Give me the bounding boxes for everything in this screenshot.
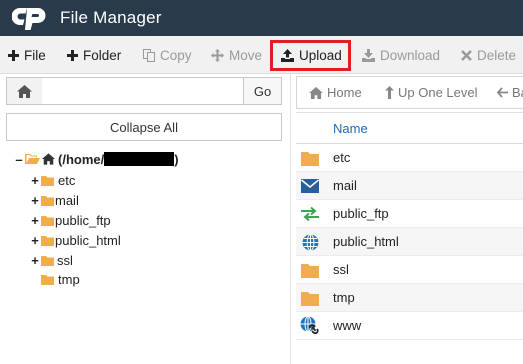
- cpanel-logo-icon: [12, 4, 52, 32]
- file-name: www: [333, 318, 362, 333]
- tree-root-suffix: ): [174, 151, 179, 167]
- delete-x-icon: [461, 49, 472, 61]
- tree-item-tmp[interactable]: tmp: [40, 269, 80, 289]
- collapse-minus-icon[interactable]: –: [14, 152, 24, 167]
- file-name: public_html: [333, 234, 399, 249]
- table-row[interactable]: www: [296, 312, 523, 340]
- folder-icon: [41, 255, 54, 266]
- tree-item-label: ssl: [57, 252, 73, 268]
- envelope-icon: [300, 177, 320, 195]
- path-input[interactable]: [42, 77, 244, 105]
- folder-open-icon: [25, 154, 40, 164]
- move-label: Move: [229, 47, 263, 63]
- go-button[interactable]: Go: [243, 77, 282, 105]
- home-directory-button[interactable]: [6, 77, 43, 105]
- folder-icon: [41, 274, 54, 285]
- tree-item-label: tmp: [58, 271, 80, 287]
- table-row[interactable]: ssl: [296, 256, 523, 284]
- file-name: ssl: [333, 262, 349, 277]
- tree-item-public-html[interactable]: + public_html: [30, 230, 121, 250]
- move-arrows-icon: [211, 48, 224, 62]
- tree-item-label: etc: [58, 172, 76, 188]
- tree-item-ssl[interactable]: + ssl: [30, 250, 73, 270]
- folder-icon: [300, 261, 320, 279]
- table-row[interactable]: public_ftp: [296, 200, 523, 228]
- expand-plus-icon[interactable]: +: [30, 193, 40, 208]
- folder-icon: [41, 195, 54, 206]
- panel-divider: [290, 74, 291, 364]
- table-row[interactable]: etc: [296, 144, 523, 172]
- expand-plus-icon[interactable]: +: [30, 213, 40, 228]
- tree-root[interactable]: – (/home/): [14, 149, 179, 169]
- back-label: Ba: [512, 85, 523, 100]
- upload-highlight-box: [270, 40, 351, 71]
- main-toolbar: File Folder Copy Move Upload Download De…: [0, 36, 523, 74]
- tree-item-label: public_ftp: [55, 212, 111, 228]
- tree-item-label: mail: [55, 192, 79, 208]
- folder-icon: [41, 235, 54, 246]
- home-icon: [17, 84, 32, 98]
- redacted-username: [104, 152, 175, 166]
- tree-item-etc[interactable]: + etc: [30, 170, 75, 190]
- table-row[interactable]: mail: [296, 172, 523, 200]
- home-button[interactable]: Home: [309, 77, 362, 108]
- download-label: Download: [380, 47, 441, 63]
- plus-icon: [8, 49, 19, 61]
- plus-icon: [67, 49, 78, 61]
- download-icon: [362, 48, 375, 62]
- folder-icon: [41, 215, 54, 226]
- home-icon: [309, 86, 323, 99]
- expand-plus-icon[interactable]: +: [30, 233, 40, 248]
- file-name: mail: [333, 178, 357, 193]
- new-folder-button[interactable]: Folder: [67, 40, 121, 70]
- app-header: File Manager: [0, 0, 523, 36]
- arrow-left-icon: [497, 87, 508, 98]
- expand-plus-icon[interactable]: +: [30, 253, 40, 268]
- name-column-header[interactable]: Name: [333, 121, 368, 136]
- new-file-label: File: [24, 47, 46, 63]
- tree-item-label: public_html: [55, 232, 121, 248]
- expand-plus-icon[interactable]: +: [30, 173, 40, 188]
- delete-button[interactable]: Delete: [461, 40, 516, 70]
- folder-icon: [300, 289, 320, 307]
- file-name: etc: [333, 150, 351, 165]
- table-header: Name: [296, 112, 523, 144]
- tree-item-mail[interactable]: + mail: [30, 190, 79, 210]
- copy-label: Copy: [160, 47, 192, 63]
- folder-icon: [300, 149, 320, 167]
- app-title: File Manager: [60, 8, 162, 27]
- home-label: Home: [327, 85, 362, 100]
- globe-link-icon: [300, 316, 320, 335]
- navigation-toolbar: Home Up One Level Ba: [296, 76, 523, 109]
- level-up-icon: [385, 86, 394, 99]
- folder-icon: [41, 175, 54, 186]
- new-file-button[interactable]: File: [8, 40, 46, 70]
- collapse-all-button[interactable]: Collapse All: [6, 113, 282, 141]
- globe-icon: [300, 233, 320, 251]
- exchange-arrows-icon: [300, 205, 320, 223]
- new-folder-label: Folder: [83, 47, 122, 63]
- up-one-level-button[interactable]: Up One Level: [385, 77, 478, 108]
- file-name: public_ftp: [333, 206, 389, 221]
- back-button[interactable]: Ba: [497, 77, 523, 108]
- up-one-level-label: Up One Level: [398, 85, 478, 100]
- tree-root-label: (/home/: [58, 151, 105, 167]
- delete-label: Delete: [477, 47, 517, 63]
- download-button[interactable]: Download: [362, 40, 440, 70]
- copy-button[interactable]: Copy: [143, 40, 192, 70]
- file-name: tmp: [333, 290, 355, 305]
- tree-item-public-ftp[interactable]: + public_ftp: [30, 210, 111, 230]
- move-button[interactable]: Move: [211, 40, 262, 70]
- copy-icon: [143, 48, 155, 62]
- home-icon: [42, 153, 55, 165]
- table-row[interactable]: public_html: [296, 228, 523, 256]
- table-row[interactable]: tmp: [296, 284, 523, 312]
